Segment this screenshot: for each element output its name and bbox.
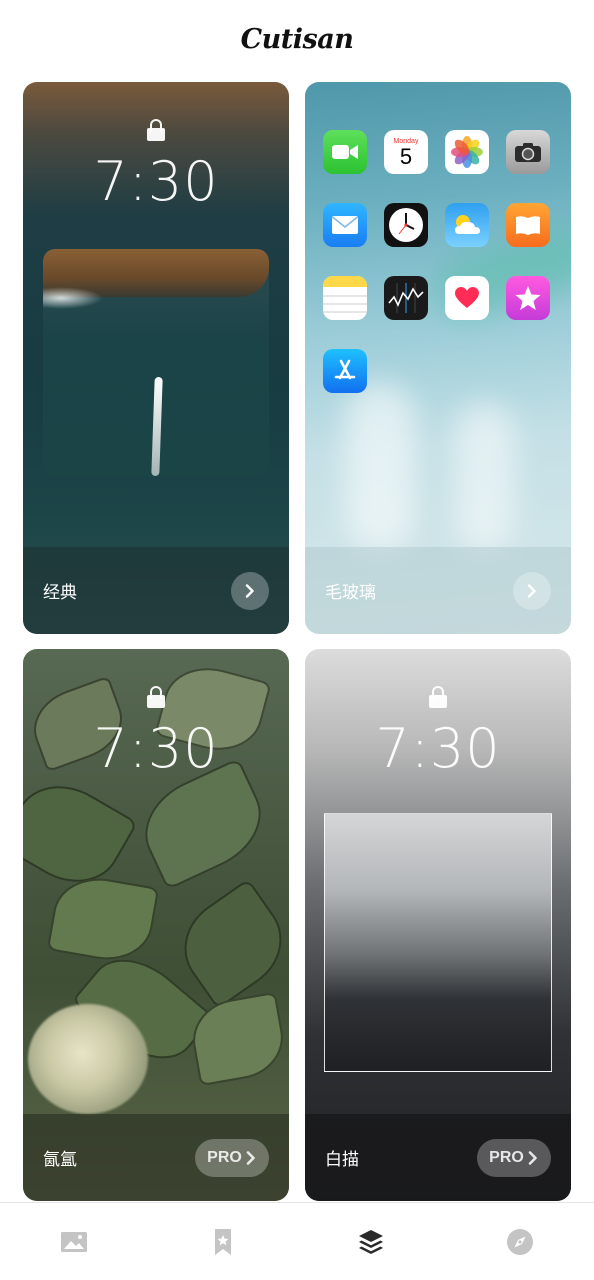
chevron-right-icon [528, 1150, 537, 1165]
mail-icon [323, 203, 367, 247]
card-footer: 毛玻璃 [305, 547, 571, 634]
weather-icon [445, 203, 489, 247]
open-button[interactable] [513, 571, 551, 610]
lock-icon [147, 119, 165, 141]
layers-icon [359, 1229, 384, 1254]
chevron-right-icon [245, 583, 254, 598]
card-footer: 经典 [23, 547, 289, 634]
bookmark-star-icon [214, 1228, 231, 1255]
open-button[interactable] [231, 571, 269, 610]
card-title: 氤氲 [43, 1150, 77, 1169]
tab-discover[interactable] [446, 1203, 594, 1280]
image-icon [61, 1231, 88, 1252]
style-card-sketch[interactable]: 7:30 白描 PRO [305, 649, 571, 1201]
bottom-tab-bar [0, 1202, 594, 1280]
card-footer: 氤氲 PRO [23, 1114, 289, 1201]
rose-flower [28, 1004, 148, 1114]
compass-icon [506, 1228, 533, 1255]
tab-wallpapers[interactable] [0, 1203, 149, 1280]
app-store-icon [323, 349, 367, 393]
pro-label: PRO [207, 1148, 242, 1166]
notes-icon [323, 276, 367, 320]
pro-button[interactable]: PRO [195, 1138, 269, 1177]
wallpaper-preview-photo [324, 813, 552, 1072]
tab-favorites[interactable] [149, 1203, 298, 1280]
home-screen-icons: Monday 5 [323, 130, 559, 393]
card-title: 毛玻璃 [325, 583, 376, 602]
pro-button[interactable]: PRO [477, 1138, 551, 1177]
books-icon [506, 203, 550, 247]
card-footer: 白描 PRO [305, 1114, 571, 1201]
wallpaper-preview-photo [43, 249, 269, 476]
lockscreen-clock: 7:30 [375, 717, 501, 780]
style-card-classic[interactable]: 7:30 经典 [23, 82, 289, 634]
header: Cutisan [0, 0, 594, 80]
itunes-store-icon [506, 276, 550, 320]
facetime-icon [323, 130, 367, 174]
chevron-right-icon [246, 1150, 255, 1165]
lock-icon [429, 686, 447, 708]
card-title: 白描 [325, 1150, 359, 1169]
stocks-icon [384, 276, 428, 320]
style-card-argon[interactable]: 7:30 氤氲 PRO [23, 649, 289, 1201]
clock-icon [384, 203, 428, 247]
pro-label: PRO [489, 1148, 524, 1166]
tab-styles[interactable] [297, 1203, 446, 1280]
card-title: 经典 [43, 583, 77, 602]
lockscreen-clock: 7:30 [93, 150, 219, 213]
lockscreen-clock: 7:30 [93, 717, 219, 780]
app-logo: Cutisan [240, 23, 354, 55]
lock-icon [147, 686, 165, 708]
health-icon [445, 276, 489, 320]
chevron-right-icon [527, 583, 536, 598]
calendar-icon: Monday 5 [384, 130, 428, 174]
style-card-frosted[interactable]: Monday 5 毛玻璃 [305, 82, 571, 634]
photos-icon [445, 130, 489, 174]
camera-icon [506, 130, 550, 174]
